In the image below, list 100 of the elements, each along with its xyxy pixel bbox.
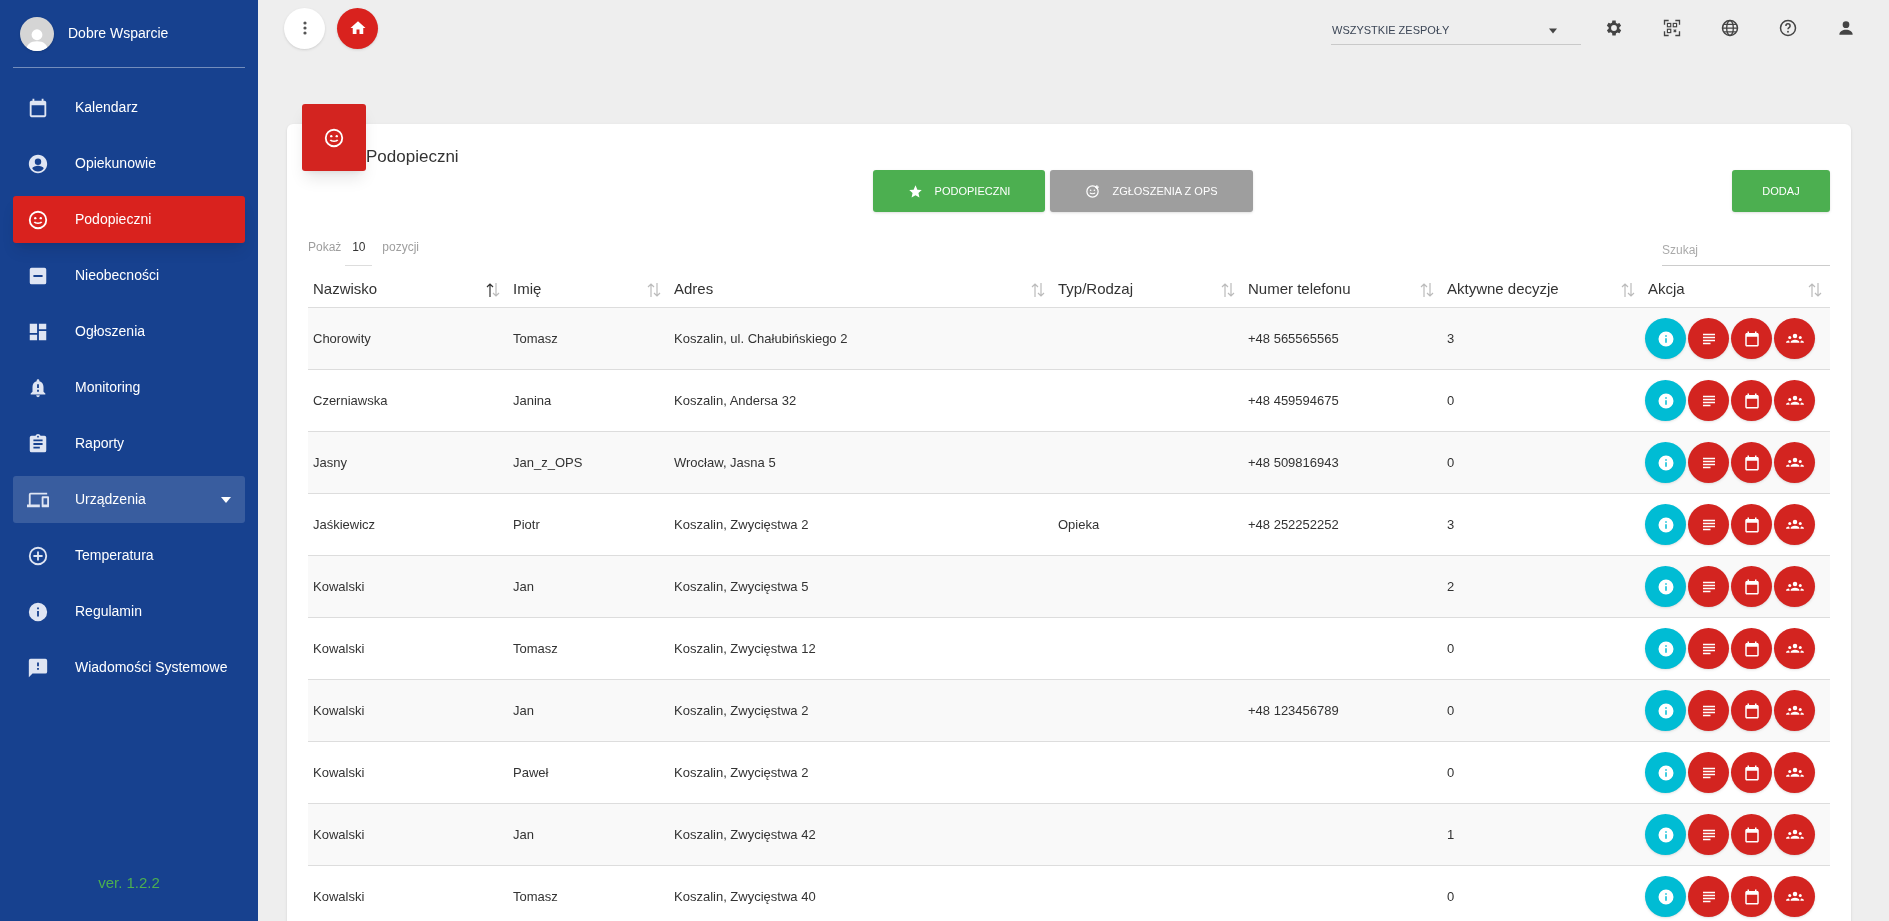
sidebar-item[interactable]: Ogłoszenia (13, 308, 245, 355)
calendar-button[interactable] (1731, 380, 1772, 421)
calendar-button[interactable] (1731, 690, 1772, 731)
column-header[interactable]: Numer telefonu (1243, 272, 1442, 307)
sidebar-item[interactable]: Raporty (13, 420, 245, 467)
table-cell: Czerniawska (313, 392, 388, 408)
group-button[interactable] (1774, 876, 1815, 917)
group-button[interactable] (1774, 690, 1815, 731)
calendar-icon (1742, 453, 1761, 472)
group-button[interactable] (1774, 318, 1815, 359)
version-label: ver. 1.2.2 (97, 872, 161, 893)
caret-down-icon (1549, 26, 1557, 35)
column-header[interactable]: Imię (508, 272, 669, 307)
calendar-button[interactable] (1731, 318, 1772, 359)
sidebar-item[interactable]: Monitoring (13, 364, 245, 411)
page-title: Podopieczni (366, 146, 460, 168)
info-icon (1656, 639, 1675, 658)
info-icon (1656, 515, 1675, 534)
table-cell: Jasny (313, 454, 347, 470)
page-size-select[interactable]: 10 (345, 238, 373, 266)
table-cell: 0 (1447, 702, 1455, 718)
notes-button[interactable] (1688, 876, 1729, 917)
home-button[interactable] (337, 7, 378, 49)
table-cell: Koszalin, Zwycięstwa 5 (674, 578, 809, 594)
table-cell: 1 (1447, 826, 1455, 842)
sidebar-item[interactable]: Opiekunowie (13, 140, 245, 187)
table-cell: Tomasz (513, 888, 558, 904)
sidebar-item[interactable]: Urządzenia (13, 476, 245, 523)
group-button[interactable] (1774, 380, 1815, 421)
calendar-button[interactable] (1731, 442, 1772, 483)
table-cell: Jan (513, 578, 534, 594)
calendar-button[interactable] (1731, 566, 1772, 607)
notes-button[interactable] (1688, 752, 1729, 793)
user-name: Dobre Wsparcie (68, 24, 169, 43)
calendar-button[interactable] (1731, 628, 1772, 669)
table-cell: 0 (1447, 764, 1455, 780)
sidebar-item[interactable]: Regulamin (13, 588, 245, 635)
notes-button[interactable] (1688, 814, 1729, 855)
settings-icon (1604, 18, 1624, 38)
notes-button[interactable] (1688, 380, 1729, 421)
calendar-button[interactable] (1731, 752, 1772, 793)
table-cell: Jaśkiewicz (313, 516, 376, 532)
table-cell: Kowalski (313, 888, 365, 904)
calendar-button[interactable] (1731, 814, 1772, 855)
page-size-label: pozycji (382, 239, 420, 256)
calendar-button[interactable] (1731, 876, 1772, 917)
sidebar-item[interactable]: Wiadomości Systemowe (13, 644, 245, 691)
table-cell: 0 (1447, 392, 1455, 408)
caret-down-icon (221, 494, 231, 505)
notes-button[interactable] (1688, 318, 1729, 359)
column-header[interactable]: Adres (669, 272, 1053, 307)
table-cell: Janina (513, 392, 552, 408)
table-cell: Koszalin, Zwycięstwa 2 (674, 764, 809, 780)
group-button[interactable] (1774, 814, 1815, 855)
group-button[interactable] (1774, 442, 1815, 483)
calendar-button[interactable] (1731, 504, 1772, 545)
sidebar-item[interactable]: Temperatura (13, 532, 245, 579)
table-cell: Tomasz (513, 330, 558, 346)
calendar-icon (1742, 639, 1761, 658)
smiley-plus-icon (1085, 183, 1101, 199)
search-field[interactable]: Szukaj (1662, 234, 1830, 266)
sidebar-item[interactable]: Kalendarz (13, 84, 245, 131)
home-icon (348, 19, 367, 37)
team-select[interactable]: WSZYSTKIE ZESPOŁY (1331, 17, 1581, 45)
table-cell: 0 (1447, 888, 1455, 904)
table-cell: Jan (513, 826, 534, 842)
notes-button[interactable] (1688, 442, 1729, 483)
group-button[interactable] (1774, 566, 1815, 607)
table-cell: Kowalski (313, 702, 365, 718)
calendar-icon (1742, 825, 1761, 844)
notes-button[interactable] (1688, 628, 1729, 669)
table-cell: Piotr (513, 516, 540, 532)
sidebar-item[interactable]: Nieobecności (13, 252, 245, 299)
calendar-icon (1742, 391, 1761, 410)
column-header[interactable]: Akcja (1643, 272, 1830, 307)
table-cell: Chorowity (313, 330, 371, 346)
info-icon (1656, 825, 1675, 844)
column-header[interactable]: Nazwisko (308, 272, 508, 307)
table-cell: Tomasz (513, 640, 558, 656)
calendar-icon (1742, 887, 1761, 906)
group-button[interactable] (1774, 504, 1815, 545)
info-icon (1656, 577, 1675, 596)
vertical-dots-icon (302, 21, 307, 35)
info-icon (1656, 887, 1675, 906)
group-button[interactable] (1774, 628, 1815, 669)
table-cell: Kowalski (313, 578, 365, 594)
sidebar-item[interactable]: Podopieczni (13, 196, 245, 243)
smiley-icon (27, 208, 49, 231)
table-cell: 3 (1447, 330, 1455, 346)
notes-button[interactable] (1688, 566, 1729, 607)
notes-button[interactable] (1688, 690, 1729, 731)
clipboard-icon (27, 432, 49, 455)
column-header[interactable]: Aktywne decyzje (1442, 272, 1643, 307)
table-cell: Kowalski (313, 640, 365, 656)
column-header[interactable]: Typ/Rodzaj (1053, 272, 1243, 307)
group-button[interactable] (1774, 752, 1815, 793)
notes-button[interactable] (1688, 504, 1729, 545)
message-alert-icon (27, 656, 49, 679)
table-cell: 2 (1447, 578, 1455, 594)
table-cell: Wrocław, Jasna 5 (674, 454, 776, 470)
